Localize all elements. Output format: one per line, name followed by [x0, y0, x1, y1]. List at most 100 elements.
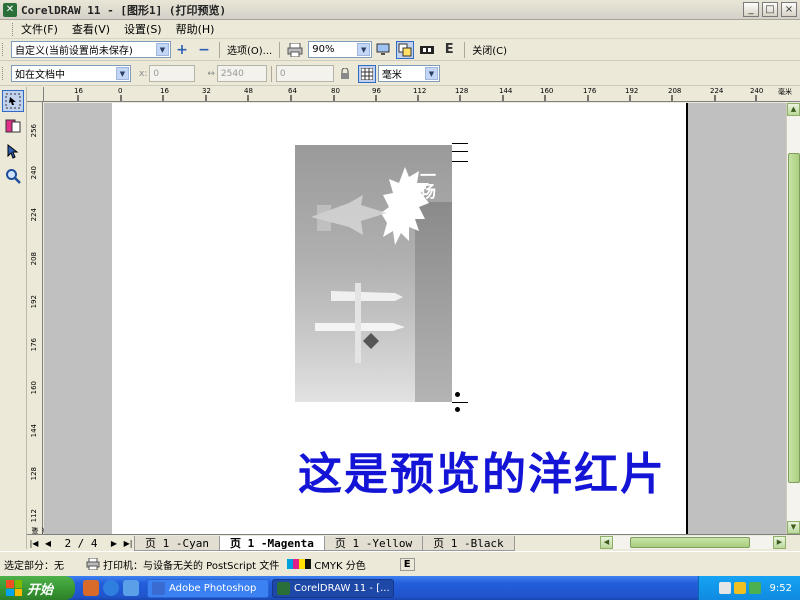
scroll-down-button[interactable]: ▼ [787, 521, 800, 534]
menu-file[interactable]: 文件(F) [21, 21, 58, 37]
input-method-icon[interactable] [718, 582, 731, 594]
taskbar-coreldraw[interactable]: CorelDRAW 11 - [... [272, 578, 394, 598]
ruler-label: 240 [750, 87, 764, 95]
separations-icon [398, 43, 412, 56]
print-button[interactable] [286, 41, 304, 59]
separation-label: CMYK 分色 [314, 560, 366, 572]
ruler-label: 128 [30, 467, 38, 481]
menu-grip[interactable] [12, 22, 15, 36]
toolbar-grip[interactable] [2, 43, 5, 56]
pick-tool[interactable] [2, 90, 24, 112]
tab-magenta[interactable]: 页 1 -Magenta [218, 535, 325, 551]
zoom-select[interactable]: 90% ▼ [308, 41, 373, 58]
printer-label: 打印机：与设备无关的 PostScript 文件 [103, 560, 280, 572]
x-position-field[interactable]: 0 [149, 65, 196, 82]
horizontal-scroll-thumb[interactable] [630, 537, 750, 548]
internet-explorer-icon[interactable] [103, 580, 119, 596]
magenta-separation-artwork[interactable]: 一场 [295, 143, 468, 412]
units-select[interactable]: 毫米 ▼ [377, 65, 440, 82]
windows-taskbar: 开始 Adobe Photoshop CorelDRAW 11 - [... 9… [0, 576, 800, 600]
outlook-express-icon[interactable] [123, 580, 139, 596]
network-icon[interactable] [733, 582, 746, 594]
taskbar-coreldraw-label: CorelDRAW 11 - [... [294, 582, 390, 594]
emulsion-button[interactable]: E [440, 41, 458, 59]
title-bar: ✕ CorelDRAW 11 - [图形1] (打印预览) _ □ × [0, 0, 800, 20]
artwork-headline: 一场 [417, 167, 436, 199]
next-page-button[interactable]: ▶ [107, 539, 121, 548]
clock[interactable]: 9:52 [770, 583, 792, 594]
invert-button[interactable] [418, 41, 436, 59]
coreldraw-app-icon[interactable]: ✕ [3, 2, 17, 17]
toolbar-grip[interactable] [2, 67, 5, 80]
invert-icon [420, 45, 435, 54]
chevron-down-icon[interactable]: ▼ [116, 67, 129, 80]
plane-silhouette [311, 195, 387, 235]
width-label: ↔ [207, 68, 215, 79]
add-preset-button[interactable]: + [173, 41, 191, 59]
marks-placement-tool[interactable] [2, 140, 24, 162]
ruler-label: 16 [74, 87, 83, 95]
menu-settings[interactable]: 设置(S) [124, 21, 162, 37]
ruler-label: 64 [288, 87, 297, 95]
zoom-tool[interactable] [2, 165, 24, 187]
lock-ratio-button[interactable] [336, 65, 354, 83]
coreldraw-icon [277, 581, 290, 595]
close-preview-button[interactable]: 关闭(C) [469, 42, 510, 57]
imposition-layout-tool[interactable] [2, 115, 24, 137]
scroll-up-button[interactable]: ▲ [787, 103, 800, 116]
crop-mark [452, 402, 468, 403]
windows-logo-icon [6, 580, 22, 596]
remove-preset-button[interactable]: − [195, 41, 213, 59]
vertical-ruler[interactable]: 256 240 224 208 192 176 160 144 128 112 … [27, 102, 49, 534]
x-label: x: [139, 68, 148, 79]
separations-toggle[interactable] [396, 40, 415, 59]
maximize-button[interactable]: □ [762, 2, 778, 17]
ruler-label: 32 [202, 87, 211, 95]
grid-icon [360, 67, 373, 80]
vertical-scroll-thumb[interactable] [788, 153, 800, 483]
tab-yellow[interactable]: 页 1 -Yellow [323, 535, 424, 551]
width-field[interactable]: 2540 [216, 65, 267, 82]
scroll-left-button[interactable]: ◀ [600, 536, 613, 549]
tab-cyan[interactable]: 页 1 -Cyan [134, 535, 220, 551]
x-position-value: 0 [153, 68, 160, 79]
chevron-down-icon[interactable]: ▼ [357, 43, 371, 56]
menu-help[interactable]: 帮助(H) [176, 21, 215, 37]
first-page-button[interactable]: |◀ [27, 539, 41, 548]
image-position-select[interactable]: 如在文档中 ▼ [11, 65, 131, 82]
fit-page-toggle[interactable] [357, 64, 376, 83]
print-style-select[interactable]: 自定义(当前设置尚未保存) ▼ [11, 41, 171, 58]
taskbar-photoshop-label: Adobe Photoshop [169, 582, 257, 594]
monitor-icon [376, 43, 390, 55]
last-page-button[interactable]: ▶| [121, 539, 135, 548]
scale-field[interactable]: 0 [275, 65, 334, 82]
zoom-value: 90% [312, 44, 335, 55]
taskbar-photoshop[interactable]: Adobe Photoshop [147, 578, 269, 598]
tab-black[interactable]: 页 1 -Black [422, 535, 515, 551]
ruler-origin[interactable] [27, 87, 44, 102]
menu-view[interactable]: 查看(V) [72, 21, 110, 37]
prev-page-button[interactable]: ◀ [41, 539, 55, 548]
media-player-icon[interactable] [83, 580, 99, 596]
minus-icon: − [198, 41, 210, 58]
ruler-label: 16 [160, 87, 169, 95]
ruler-label: 80 [331, 87, 340, 95]
full-screen-button[interactable] [374, 41, 392, 59]
scale-value: 0 [279, 68, 286, 79]
printer-icon [287, 42, 303, 57]
scroll-right-button[interactable]: ▶ [773, 536, 786, 549]
minimize-button[interactable]: _ [743, 2, 759, 17]
volume-icon[interactable] [748, 582, 761, 594]
start-button[interactable]: 开始 [0, 576, 75, 600]
horizontal-scrollbar[interactable]: ◀ ▶ [600, 536, 786, 549]
toolbar-separator [270, 65, 272, 82]
options-button[interactable]: 选项(O)... [224, 42, 275, 57]
chevron-down-icon[interactable]: ▼ [424, 67, 438, 80]
vertical-scrollbar[interactable]: ▲ ▼ [786, 103, 800, 534]
horizontal-ruler[interactable]: 16 0 16 32 48 64 80 96 112 128 144 160 1… [44, 87, 800, 102]
ruler-label: 224 [30, 208, 38, 222]
page-counter: 2 / 4 [64, 536, 98, 550]
close-button[interactable]: × [781, 2, 797, 17]
ruler-label: 192 [30, 295, 38, 309]
chevron-down-icon[interactable]: ▼ [156, 43, 169, 56]
